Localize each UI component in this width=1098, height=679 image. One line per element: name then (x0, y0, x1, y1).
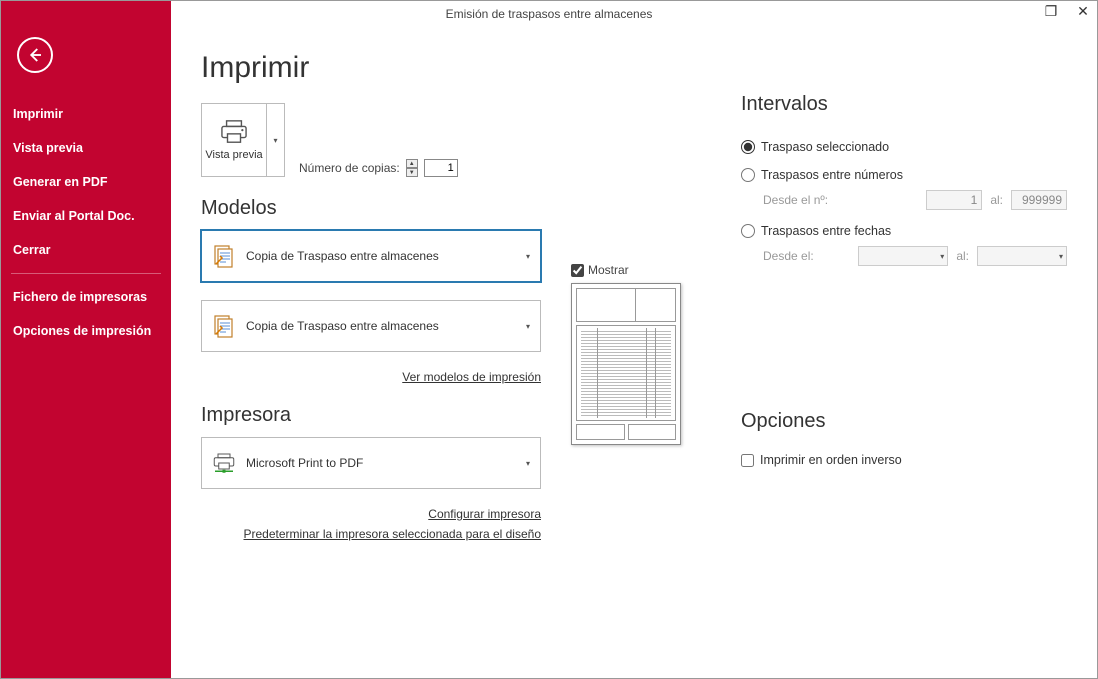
from-number-input (926, 190, 982, 210)
printer-icon (219, 119, 249, 145)
models-heading: Modelos (201, 197, 591, 220)
radio-between-numbers[interactable]: Traspasos entre números (741, 168, 1067, 182)
preview-button-label: Vista previa (205, 149, 262, 161)
preview-button[interactable]: Vista previa ▾ (201, 103, 285, 177)
chevron-down-icon: ▾ (526, 252, 530, 261)
number-range-row: Desde el nº: al: (763, 190, 1067, 210)
sidebar-item-portal[interactable]: Enviar al Portal Doc. (1, 199, 171, 233)
model2-combo[interactable]: Copia de Traspaso entre almacenes ▾ (201, 300, 541, 352)
sidebar-divider (11, 273, 161, 274)
model1-combo[interactable]: Copia de Traspaso entre almacenes ▾ (201, 230, 541, 282)
from-date-input: ▾ (858, 246, 948, 266)
options-heading: Opciones (741, 410, 1067, 433)
sidebar-item-printoptions[interactable]: Opciones de impresión (1, 314, 171, 348)
window-title: Emisión de traspasos entre almacenes (446, 7, 653, 21)
intervals-heading: Intervalos (741, 93, 1067, 116)
sidebar-item-print[interactable]: Imprimir (1, 97, 171, 131)
sidebar-item-close[interactable]: Cerrar (1, 233, 171, 267)
to-label-2: al: (956, 249, 969, 263)
sidebar: Imprimir Vista previa Generar en PDF Env… (1, 1, 171, 678)
to-label: al: (990, 193, 1003, 207)
back-button[interactable] (17, 37, 53, 73)
show-preview-checkbox[interactable]: Mostrar (571, 263, 711, 277)
page-title: Imprimir (201, 51, 591, 85)
arrow-left-icon (26, 46, 44, 64)
copies-down[interactable]: ▼ (406, 168, 418, 177)
document-icon (212, 314, 236, 338)
printer-combo[interactable]: Microsoft Print to PDF ▾ (201, 437, 541, 489)
from-number-label: Desde el nº: (763, 193, 828, 207)
copies-input[interactable] (424, 159, 458, 177)
default-printer-link[interactable]: Predeterminar la impresora seleccionada … (201, 527, 541, 541)
reverse-order-checkbox[interactable]: Imprimir en orden inverso (741, 453, 1067, 467)
model2-label: Copia de Traspaso entre almacenes (246, 319, 516, 333)
sidebar-item-printerfile[interactable]: Fichero de impresoras (1, 280, 171, 314)
show-preview-label: Mostrar (588, 263, 629, 277)
show-preview-input[interactable] (571, 264, 584, 277)
sidebar-item-preview[interactable]: Vista previa (1, 131, 171, 165)
radio-between-dates[interactable]: Traspasos entre fechas (741, 224, 1067, 238)
to-number-input (1011, 190, 1067, 210)
window-close-icon[interactable]: ✕ (1073, 3, 1093, 20)
chevron-down-icon: ▾ (526, 459, 530, 468)
copies-up[interactable]: ▲ (406, 159, 418, 168)
to-date-input: ▾ (977, 246, 1067, 266)
printer-heading: Impresora (201, 404, 591, 427)
sidebar-item-pdf[interactable]: Generar en PDF (1, 165, 171, 199)
copies-label: Número de copias: (299, 161, 400, 175)
document-icon (212, 244, 236, 268)
printer-label: Microsoft Print to PDF (246, 456, 516, 470)
configure-printer-link[interactable]: Configurar impresora (201, 507, 541, 521)
radio-selected-transfer[interactable]: Traspaso seleccionado (741, 140, 1067, 154)
chevron-down-icon: ▾ (526, 322, 530, 331)
preview-dropdown[interactable]: ▾ (266, 104, 284, 176)
from-date-label: Desde el: (763, 249, 814, 263)
window-maximize-icon[interactable]: ❐ (1041, 3, 1061, 20)
models-link[interactable]: Ver modelos de impresión (201, 370, 541, 384)
model1-label: Copia de Traspaso entre almacenes (246, 249, 516, 263)
printer-connected-icon (212, 451, 236, 475)
preview-thumbnail[interactable] (571, 283, 681, 445)
date-range-row: Desde el: ▾ al: ▾ (763, 246, 1067, 266)
